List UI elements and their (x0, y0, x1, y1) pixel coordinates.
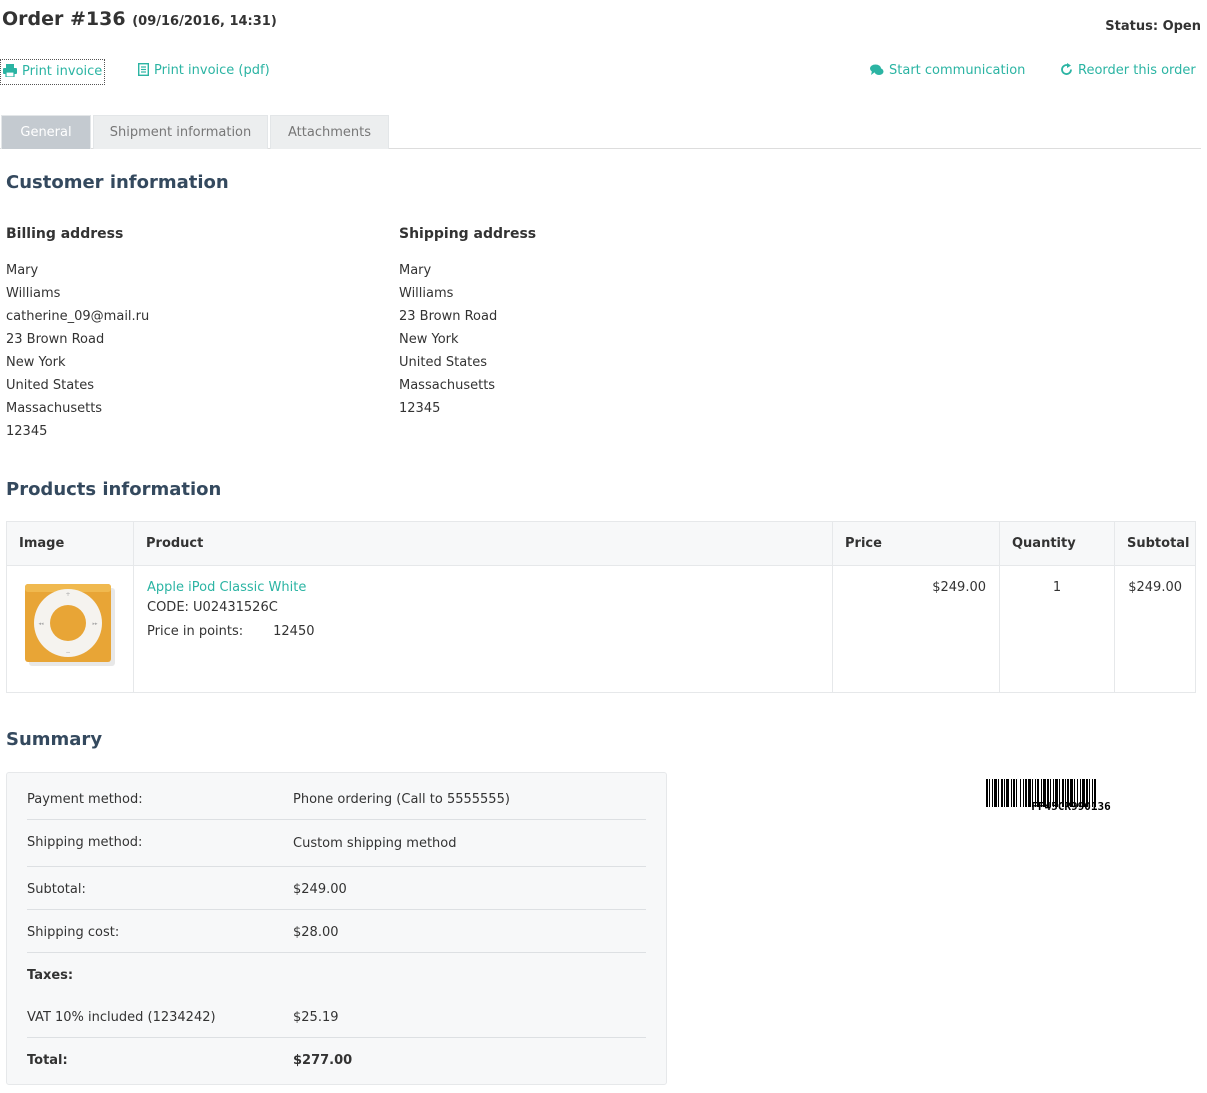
svg-text:▸▸: ▸▸ (92, 621, 98, 627)
shipping-cost-label: Shipping cost: (27, 925, 120, 940)
shipping-country: United States (399, 355, 488, 370)
payment-method-label: Payment method: (27, 792, 143, 807)
products-information-heading: Products information (6, 479, 222, 500)
chat-bubbles-icon (870, 64, 884, 75)
printer-icon (3, 64, 17, 78)
subtotal-label: Subtotal: (27, 882, 86, 897)
reorder-link[interactable]: Reorder this order (1060, 59, 1196, 85)
refresh-icon (1061, 63, 1072, 75)
product-code: CODE: U02431526C (147, 600, 278, 615)
print-invoice-link[interactable]: Print invoice (0, 59, 106, 85)
column-quantity: Quantity (999, 521, 1115, 566)
billing-city: New York (6, 355, 66, 370)
start-communication-label: Start communication (889, 63, 1026, 78)
column-subtotal: Subtotal (1114, 521, 1196, 566)
shipping-method-value: Custom shipping method (293, 836, 457, 851)
column-product: Product (133, 521, 833, 566)
products-header-row: Image Product Price Quantity Subtotal (6, 521, 1196, 566)
shipping-method-label: Shipping method: (27, 835, 143, 850)
product-subtotal: $249.00 (1114, 565, 1196, 693)
document-icon (137, 62, 150, 77)
summary-heading: Summary (6, 729, 103, 750)
product-points: Price in points: 12450 (147, 622, 832, 641)
order-status: Status: Open (1105, 19, 1201, 34)
summary-vat-row: VAT 10% included (1234242) $25.19 (27, 995, 646, 1038)
customer-information-heading: Customer information (6, 172, 229, 193)
billing-email: catherine_09@mail.ru (6, 309, 150, 324)
shipping-city: New York (399, 332, 459, 347)
column-image: Image (6, 521, 134, 566)
print-invoice-pdf-link[interactable]: Print invoice (pdf) (137, 59, 270, 85)
billing-country: United States (6, 378, 95, 393)
summary-payment-row: Payment method: Phone ordering (Call to … (27, 773, 646, 820)
product-thumbnail[interactable]: + − ◂◂ ▸▸ (23, 582, 117, 668)
summary-shipping-cost-row: Shipping cost: $28.00 (27, 910, 646, 953)
reorder-label: Reorder this order (1078, 63, 1196, 78)
svg-text:◂◂: ◂◂ (38, 621, 44, 627)
billing-zip: 12345 (6, 424, 48, 439)
shipping-cost-value: $28.00 (293, 925, 339, 940)
barcode-text: FF45CR990136 (1031, 800, 1111, 813)
print-invoice-label: Print invoice (22, 64, 103, 79)
start-communication-link[interactable]: Start communication (870, 59, 1025, 85)
product-details-cell: Apple iPod Classic White CODE: U02431526… (133, 565, 833, 693)
product-name-link[interactable]: Apple iPod Classic White (147, 580, 832, 595)
svg-text:+: + (65, 591, 70, 598)
order-title: Order #136 (09/16/2016, 14:31) (2, 8, 277, 30)
summary-shipping-method-row: Shipping method: Custom shipping method (27, 820, 646, 867)
summary-subtotal-row: Subtotal: $249.00 (27, 867, 646, 910)
summary-total-row: Total: $277.00 (27, 1038, 646, 1083)
billing-last-name: Williams (6, 286, 61, 301)
order-number: Order #136 (2, 8, 126, 30)
billing-first-name: Mary (6, 263, 39, 278)
vat-value: $25.19 (293, 1010, 339, 1025)
product-quantity: 1 (999, 565, 1115, 693)
shipping-first-name: Mary (399, 263, 432, 278)
svg-text:−: − (65, 649, 70, 656)
billing-state: Massachusetts (6, 401, 103, 416)
summary-taxes-row: Taxes: (27, 953, 646, 995)
table-row: + − ◂◂ ▸▸ Apple iPod Classic White CODE:… (6, 565, 1196, 693)
products-table: Image Product Price Quantity Subtotal + … (6, 521, 1196, 693)
order-tabs: General Shipment information Attachments (0, 115, 1201, 149)
taxes-label: Taxes: (27, 968, 74, 983)
total-label: Total: (27, 1053, 68, 1068)
billing-address-title: Billing address (6, 226, 124, 242)
payment-method-value: Phone ordering (Call to 5555555) (293, 792, 510, 807)
tab-attachments[interactable]: Attachments (270, 115, 389, 149)
total-value: $277.00 (293, 1053, 353, 1068)
print-invoice-pdf-label: Print invoice (pdf) (154, 63, 270, 78)
order-date: (09/16/2016, 14:31) (132, 14, 277, 29)
vat-label: VAT 10% included (1234242) (27, 1010, 216, 1025)
product-points-label: Price in points: (147, 624, 244, 639)
tab-shipment-information[interactable]: Shipment information (93, 115, 268, 149)
shipping-address-title: Shipping address (399, 226, 537, 242)
product-image-cell: + − ◂◂ ▸▸ (6, 565, 134, 693)
billing-address: Mary Williams catherine_09@mail.ru 23 Br… (6, 259, 149, 443)
column-price: Price (832, 521, 1000, 566)
product-price: $249.00 (832, 565, 1000, 693)
shipping-zip: 12345 (399, 401, 441, 416)
tab-general[interactable]: General (1, 115, 91, 149)
shipping-state: Massachusetts (399, 378, 496, 393)
shipping-street: 23 Brown Road (399, 309, 498, 324)
product-points-value: 12450 (273, 624, 315, 639)
summary-panel: Payment method: Phone ordering (Call to … (6, 772, 667, 1085)
subtotal-value: $249.00 (293, 882, 347, 897)
billing-street: 23 Brown Road (6, 332, 105, 347)
shipping-last-name: Williams (399, 286, 454, 301)
shipping-address: Mary Williams 23 Brown Road New York Uni… (399, 259, 497, 420)
action-bar: Print invoice Print invoice (pdf) Start … (0, 59, 1207, 85)
